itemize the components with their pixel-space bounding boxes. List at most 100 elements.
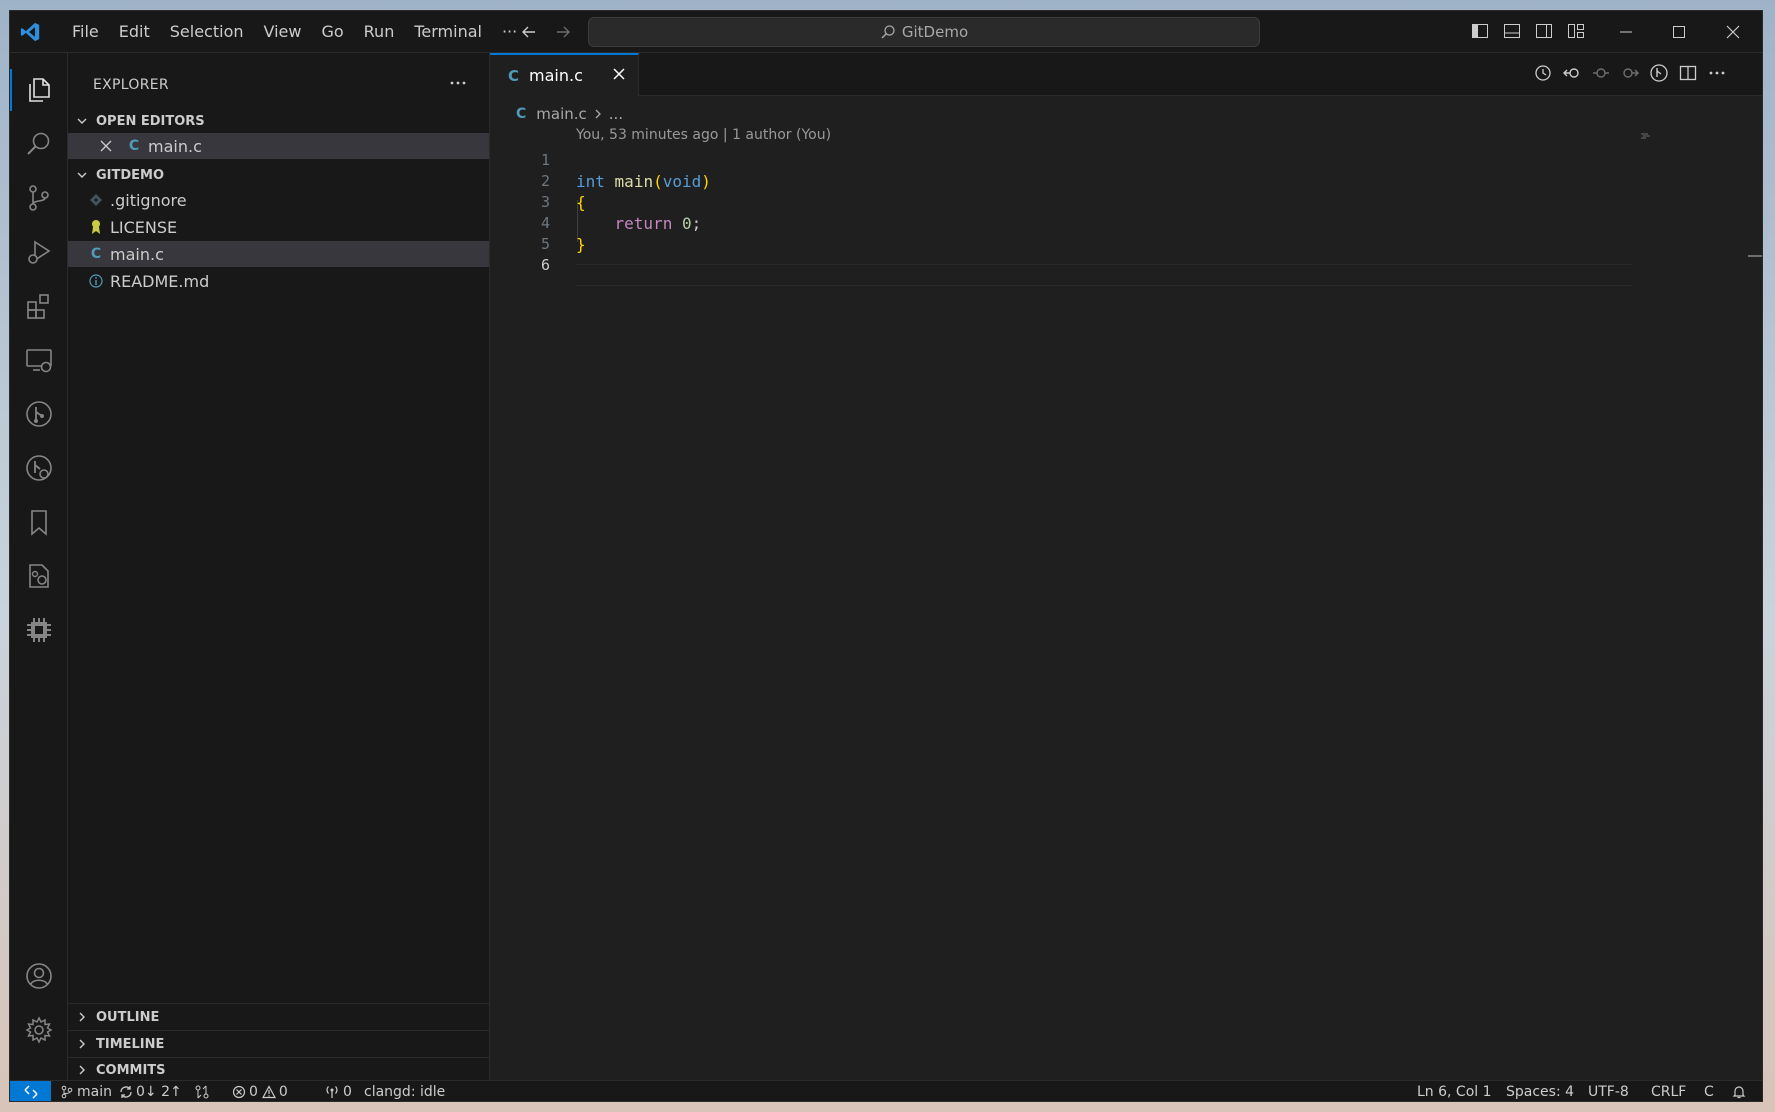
warning-icon bbox=[261, 1084, 276, 1098]
menu-file[interactable]: File bbox=[62, 11, 109, 53]
chip-extension-icon[interactable] bbox=[10, 603, 68, 657]
split-editor-icon[interactable] bbox=[1678, 63, 1698, 83]
search-icon bbox=[881, 25, 895, 39]
branch-status[interactable]: main bbox=[60, 1081, 112, 1101]
vscode-logo-icon bbox=[19, 21, 41, 43]
minimap[interactable] bbox=[1640, 133, 1654, 141]
back-arrow-icon[interactable] bbox=[519, 22, 539, 42]
chevron-right-icon bbox=[76, 1011, 92, 1023]
toggle-secondary-sidebar-icon[interactable] bbox=[1534, 21, 1554, 41]
param-token: void bbox=[662, 172, 702, 191]
menu-run[interactable]: Run bbox=[354, 11, 405, 53]
forward-arrow-icon[interactable] bbox=[553, 22, 573, 42]
open-editor-item[interactable]: C main.c bbox=[68, 133, 489, 159]
menu-selection[interactable]: Selection bbox=[160, 11, 254, 53]
open-editor-label: main.c bbox=[148, 136, 202, 156]
cursor-position[interactable]: Ln 6, Col 1 bbox=[1417, 1081, 1492, 1101]
sidebar-title: EXPLORER bbox=[93, 77, 169, 93]
open-changes-history-icon[interactable] bbox=[1533, 63, 1553, 83]
problems-status[interactable]: 0 0 bbox=[232, 1081, 288, 1101]
gitlens-inspect-icon[interactable] bbox=[10, 441, 68, 495]
timeline-header[interactable]: TIMELINE bbox=[68, 1031, 489, 1057]
command-center-search[interactable]: GitDemo bbox=[588, 17, 1260, 47]
gitlens-codelens[interactable]: You, 53 minutes ago | 1 author (You) bbox=[576, 127, 831, 143]
source-control-icon[interactable] bbox=[10, 171, 68, 225]
code-line[interactable]: 5 } bbox=[490, 233, 1590, 256]
language-mode[interactable]: C bbox=[1704, 1081, 1714, 1101]
maximize-icon[interactable] bbox=[1656, 11, 1702, 53]
code-line-current[interactable]: 6 bbox=[490, 254, 1590, 277]
extensions-icon[interactable] bbox=[10, 279, 68, 333]
folder-header-gitdemo[interactable]: GITDEMO bbox=[68, 162, 489, 188]
code-line[interactable]: 2 int main(void) bbox=[490, 170, 1590, 193]
commit-icon[interactable] bbox=[1591, 63, 1611, 83]
line-code: { bbox=[576, 193, 586, 212]
previous-change-icon[interactable] bbox=[1562, 63, 1582, 83]
sync-status[interactable]: 0↓ 2↑ bbox=[119, 1081, 182, 1101]
git-graph-icon[interactable] bbox=[10, 387, 68, 441]
folder-label: GITDEMO bbox=[96, 167, 165, 183]
ports-status[interactable]: 0 bbox=[324, 1081, 352, 1101]
chevron-down-icon bbox=[76, 115, 92, 127]
semicolon-token: ; bbox=[691, 214, 702, 233]
close-tab-icon[interactable] bbox=[610, 65, 628, 83]
menu-terminal[interactable]: Terminal bbox=[404, 11, 492, 53]
toggle-primary-sidebar-icon[interactable] bbox=[1470, 21, 1490, 41]
title-bar: File Edit Selection View Go Run Terminal… bbox=[10, 11, 1762, 53]
code-line[interactable]: 3 { bbox=[490, 191, 1590, 214]
next-change-icon[interactable] bbox=[1620, 63, 1640, 83]
file-item-main-c[interactable]: C main.c bbox=[68, 241, 489, 267]
manage-gear-icon[interactable] bbox=[10, 1003, 68, 1057]
gitlens-status[interactable] bbox=[194, 1081, 213, 1101]
open-editors-header[interactable]: OPEN EDITORS bbox=[68, 108, 489, 134]
line-number: 2 bbox=[540, 172, 550, 190]
more-actions-icon[interactable] bbox=[448, 73, 468, 93]
outline-label: OUTLINE bbox=[96, 1009, 160, 1025]
tab-main-c[interactable]: C main.c bbox=[490, 53, 639, 96]
command-center-label: GitDemo bbox=[901, 23, 969, 41]
breadcrumb-file[interactable]: main.c bbox=[536, 105, 587, 123]
cmake-settings-icon[interactable] bbox=[10, 549, 68, 603]
file-item-gitignore[interactable]: .gitignore bbox=[68, 187, 489, 213]
customize-layout-icon[interactable] bbox=[1566, 21, 1586, 41]
gitlens-icon[interactable] bbox=[1649, 63, 1669, 83]
tab-label: main.c bbox=[529, 66, 583, 85]
explorer-icon[interactable] bbox=[10, 63, 68, 117]
breadcrumb-symbol[interactable]: ... bbox=[609, 105, 623, 123]
search-sidebar-icon[interactable] bbox=[10, 117, 68, 171]
vscode-window: File Edit Selection View Go Run Terminal… bbox=[9, 10, 1763, 1102]
eol-status[interactable]: CRLF bbox=[1651, 1081, 1686, 1101]
toggle-panel-icon[interactable] bbox=[1502, 21, 1522, 41]
menu-edit[interactable]: Edit bbox=[109, 11, 160, 53]
chevron-right-icon bbox=[593, 108, 603, 120]
file-label: main.c bbox=[110, 244, 164, 264]
encoding-status[interactable]: UTF-8 bbox=[1588, 1081, 1629, 1101]
menu-go[interactable]: Go bbox=[311, 11, 353, 53]
indentation-status[interactable]: Spaces: 4 bbox=[1506, 1081, 1574, 1101]
outline-header[interactable]: OUTLINE bbox=[68, 1004, 489, 1030]
notifications-status[interactable] bbox=[1732, 1081, 1749, 1101]
close-editor-icon[interactable] bbox=[100, 140, 116, 152]
clangd-status[interactable]: clangd: idle bbox=[364, 1081, 445, 1101]
remote-indicator[interactable] bbox=[10, 1081, 51, 1101]
bookmark-icon[interactable] bbox=[10, 495, 68, 549]
file-item-license[interactable]: LICENSE bbox=[68, 214, 489, 240]
remote-explorer-icon[interactable] bbox=[10, 333, 68, 387]
close-window-icon[interactable] bbox=[1710, 11, 1756, 53]
more-actions-icon[interactable] bbox=[1707, 63, 1727, 83]
commits-label: COMMITS bbox=[96, 1062, 166, 1078]
menu-view[interactable]: View bbox=[254, 11, 312, 53]
run-and-debug-icon[interactable] bbox=[10, 225, 68, 279]
ports-count: 0 bbox=[343, 1083, 352, 1100]
paren-token: ) bbox=[701, 172, 711, 191]
c-file-icon: C bbox=[128, 138, 140, 154]
editor-tab-bar: C main.c bbox=[490, 53, 1762, 96]
file-item-readme[interactable]: README.md bbox=[68, 268, 489, 294]
code-line[interactable]: 1 bbox=[490, 149, 1590, 172]
line-number: 3 bbox=[540, 193, 550, 211]
code-line[interactable]: 4 return 0; bbox=[490, 212, 1590, 235]
minimize-icon[interactable] bbox=[1603, 11, 1649, 53]
bell-icon bbox=[1732, 1085, 1746, 1098]
accounts-icon[interactable] bbox=[10, 949, 68, 1003]
gitignore-icon bbox=[88, 193, 104, 207]
